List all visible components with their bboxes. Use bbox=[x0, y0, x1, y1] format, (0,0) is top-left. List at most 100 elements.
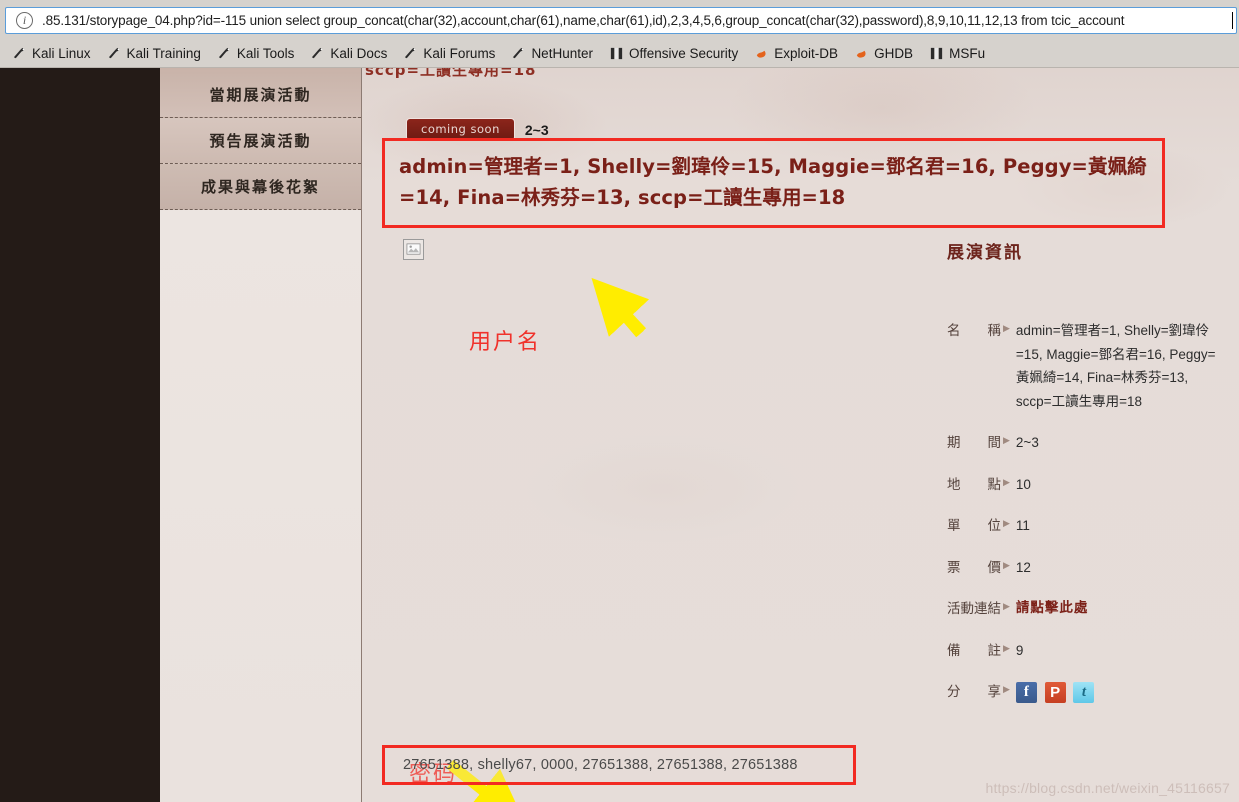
twitter-share-icon[interactable]: t bbox=[1073, 681, 1095, 703]
bookmark-label: Offensive Security bbox=[628, 46, 739, 61]
page-viewport: 當期展演活動 預告展演活動 成果與幕後花絮 sccp=工讀生專用=18 comi… bbox=[0, 68, 1239, 802]
dragon-icon bbox=[403, 46, 418, 61]
event-info-panel: 展演資訊 名 稱 ▶ admin=管理者=1, Shelly=劉瑋伶=15, M… bbox=[947, 238, 1227, 722]
info-label-char-b: 價 bbox=[987, 559, 1002, 576]
bookmark-kali-training[interactable]: Kali Training bbox=[107, 46, 201, 61]
bullet-arrow-icon: ▶ bbox=[1003, 323, 1010, 333]
info-label-char-a: 分 bbox=[947, 684, 961, 700]
bullet-arrow-icon: ▶ bbox=[1003, 601, 1010, 611]
info-label-char-a: 單 bbox=[947, 518, 961, 534]
url-text: .85.131/storypage_04.php?id=-115 union s… bbox=[42, 13, 1125, 28]
info-label-char-b: 點 bbox=[987, 476, 1002, 493]
annotation-text-password: 27651388, shelly67, 0000, 27651388, 2765… bbox=[403, 757, 798, 773]
info-label: 分 享 bbox=[947, 680, 1001, 704]
panel-title: 展演資訊 bbox=[947, 243, 1023, 263]
info-row-price: 票 價 ▶ 12 bbox=[947, 556, 1227, 580]
bookmark-label: GHDB bbox=[874, 46, 914, 61]
bookmark-kali-forums[interactable]: Kali Forums bbox=[403, 46, 495, 61]
sidebar-item-current-events[interactable]: 當期展演活動 bbox=[160, 72, 361, 118]
event-link[interactable]: 請點擊此處 bbox=[1016, 597, 1227, 621]
main-content: sccp=工讀生專用=18 coming soon 2~3 admin=管理者=… bbox=[362, 68, 1239, 802]
info-row-unit: 單 位 ▶ 11 bbox=[947, 514, 1227, 538]
info-label: 備 註 bbox=[947, 639, 1001, 663]
dragon-icon bbox=[310, 46, 325, 61]
books-icon bbox=[609, 46, 624, 61]
bookmark-offensive-security[interactable]: Offensive Security bbox=[609, 46, 738, 61]
info-label: 活動連結 bbox=[947, 597, 1001, 621]
info-label: 票 價 bbox=[947, 556, 1001, 580]
bookmark-ghdb[interactable]: GHDB bbox=[854, 46, 913, 61]
bullet-arrow-icon: ▶ bbox=[1003, 476, 1010, 487]
plurk-share-icon[interactable]: P bbox=[1044, 681, 1066, 703]
info-label-char-b: 註 bbox=[987, 642, 1002, 659]
info-value-period: 2~3 bbox=[1015, 435, 1039, 450]
info-label-char-a: 備 bbox=[947, 642, 961, 659]
info-label-char-b: 間 bbox=[987, 435, 1002, 451]
sidebar-item-label: 成果與幕後花絮 bbox=[200, 178, 320, 196]
sidebar-item-label: 預告展演活動 bbox=[209, 132, 312, 150]
flame-icon bbox=[854, 46, 869, 61]
share-buttons: f P t bbox=[1015, 680, 1227, 704]
books-icon bbox=[929, 46, 944, 61]
dragon-icon bbox=[12, 46, 27, 61]
bullet-arrow-icon: ▶ bbox=[1003, 559, 1010, 570]
info-label-char-a: 票 bbox=[947, 559, 961, 576]
site-sidebar: 當期展演活動 預告展演活動 成果與幕後花絮 bbox=[160, 68, 362, 802]
info-label-char-a: 名 bbox=[947, 323, 961, 339]
info-label: 名 稱 bbox=[947, 319, 1001, 413]
bookmark-label: Kali Tools bbox=[236, 46, 295, 61]
flame-icon bbox=[754, 46, 769, 61]
info-value-name: admin=管理者=1, Shelly=劉瑋伶=15, Maggie=鄧名君=1… bbox=[1015, 323, 1216, 409]
address-bar[interactable]: i .85.131/storypage_04.php?id=-115 union… bbox=[5, 7, 1237, 34]
sidebar-item-results-behind-scenes[interactable]: 成果與幕後花絮 bbox=[160, 164, 361, 210]
bookmark-exploit-db[interactable]: Exploit-DB bbox=[754, 46, 838, 61]
bullet-arrow-icon: ▶ bbox=[1003, 518, 1010, 528]
dragon-icon bbox=[107, 46, 122, 61]
annotation-label-username: 用户名 bbox=[469, 330, 542, 355]
dragon-icon bbox=[217, 46, 232, 61]
info-value-unit: 11 bbox=[1015, 518, 1030, 533]
annotation-arrow-username bbox=[591, 277, 650, 338]
facebook-share-icon[interactable]: f bbox=[1015, 681, 1037, 703]
info-row-share: 分 享 ▶ f P t bbox=[947, 680, 1227, 704]
annotation-box-username: admin=管理者=1, Shelly=劉瑋伶=15, Maggie=鄧名君=1… bbox=[382, 138, 1165, 228]
info-value-price: 12 bbox=[1015, 559, 1031, 575]
bookmarks-bar: Kali Linux Kali Training Kali Tools Kali… bbox=[0, 40, 1239, 68]
sidebar-item-label: 當期展演活動 bbox=[209, 86, 312, 104]
bookmark-nethunter[interactable]: NetHunter bbox=[511, 46, 593, 61]
annotation-box-password: 27651388, shelly67, 0000, 27651388, 2765… bbox=[382, 745, 856, 785]
info-label-char-a: 期 bbox=[947, 435, 961, 451]
info-row-period: 期 間 ▶ 2~3 bbox=[947, 431, 1227, 455]
bullet-arrow-icon: ▶ bbox=[1003, 435, 1010, 445]
clipped-heading-text: sccp=工讀生專用=18 bbox=[365, 68, 537, 79]
sidebar-item-upcoming-events[interactable]: 預告展演活動 bbox=[160, 118, 361, 164]
bookmark-label: Exploit-DB bbox=[774, 46, 839, 61]
bookmark-label: Kali Training bbox=[126, 46, 201, 61]
info-label-char-b: 享 bbox=[987, 684, 1002, 700]
bookmark-kali-tools[interactable]: Kali Tools bbox=[217, 46, 295, 61]
bookmark-label: MSFu bbox=[949, 46, 986, 61]
info-label: 期 間 bbox=[947, 431, 1001, 455]
info-row-event-link: 活動連結 ▶ 請點擊此處 bbox=[947, 597, 1227, 621]
bullet-arrow-icon: ▶ bbox=[1003, 642, 1010, 653]
browser-chrome: i .85.131/storypage_04.php?id=-115 union… bbox=[0, 0, 1239, 68]
info-label-char-a: 活動連結 bbox=[947, 601, 1001, 617]
info-row-location: 地 點 ▶ 10 bbox=[947, 473, 1227, 497]
info-label-char-b: 位 bbox=[987, 518, 1002, 534]
broken-image-icon bbox=[403, 239, 424, 260]
annotation-text-username: admin=管理者=1, Shelly=劉瑋伶=15, Maggie=鄧名君=1… bbox=[399, 155, 1147, 209]
site-info-icon[interactable]: i bbox=[16, 12, 33, 29]
info-value-remark: 9 bbox=[1015, 642, 1024, 658]
bookmark-label: Kali Linux bbox=[32, 46, 91, 61]
dragon-icon bbox=[511, 46, 526, 61]
info-row-name: 名 稱 ▶ admin=管理者=1, Shelly=劉瑋伶=15, Maggie… bbox=[947, 319, 1227, 413]
bookmark-msfu[interactable]: MSFu bbox=[929, 46, 985, 61]
bookmark-kali-docs[interactable]: Kali Docs bbox=[310, 46, 387, 61]
event-date-text: 2~3 bbox=[524, 121, 549, 138]
watermark-text: https://blog.csdn.net/weixin_45116657 bbox=[985, 780, 1230, 796]
bookmark-label: NetHunter bbox=[531, 46, 593, 61]
url-bar-row: i .85.131/storypage_04.php?id=-115 union… bbox=[0, 0, 1239, 40]
bookmark-label: Kali Forums bbox=[423, 46, 496, 61]
bookmark-kali-linux[interactable]: Kali Linux bbox=[12, 46, 91, 61]
info-label-char-b: 稱 bbox=[987, 323, 1002, 339]
